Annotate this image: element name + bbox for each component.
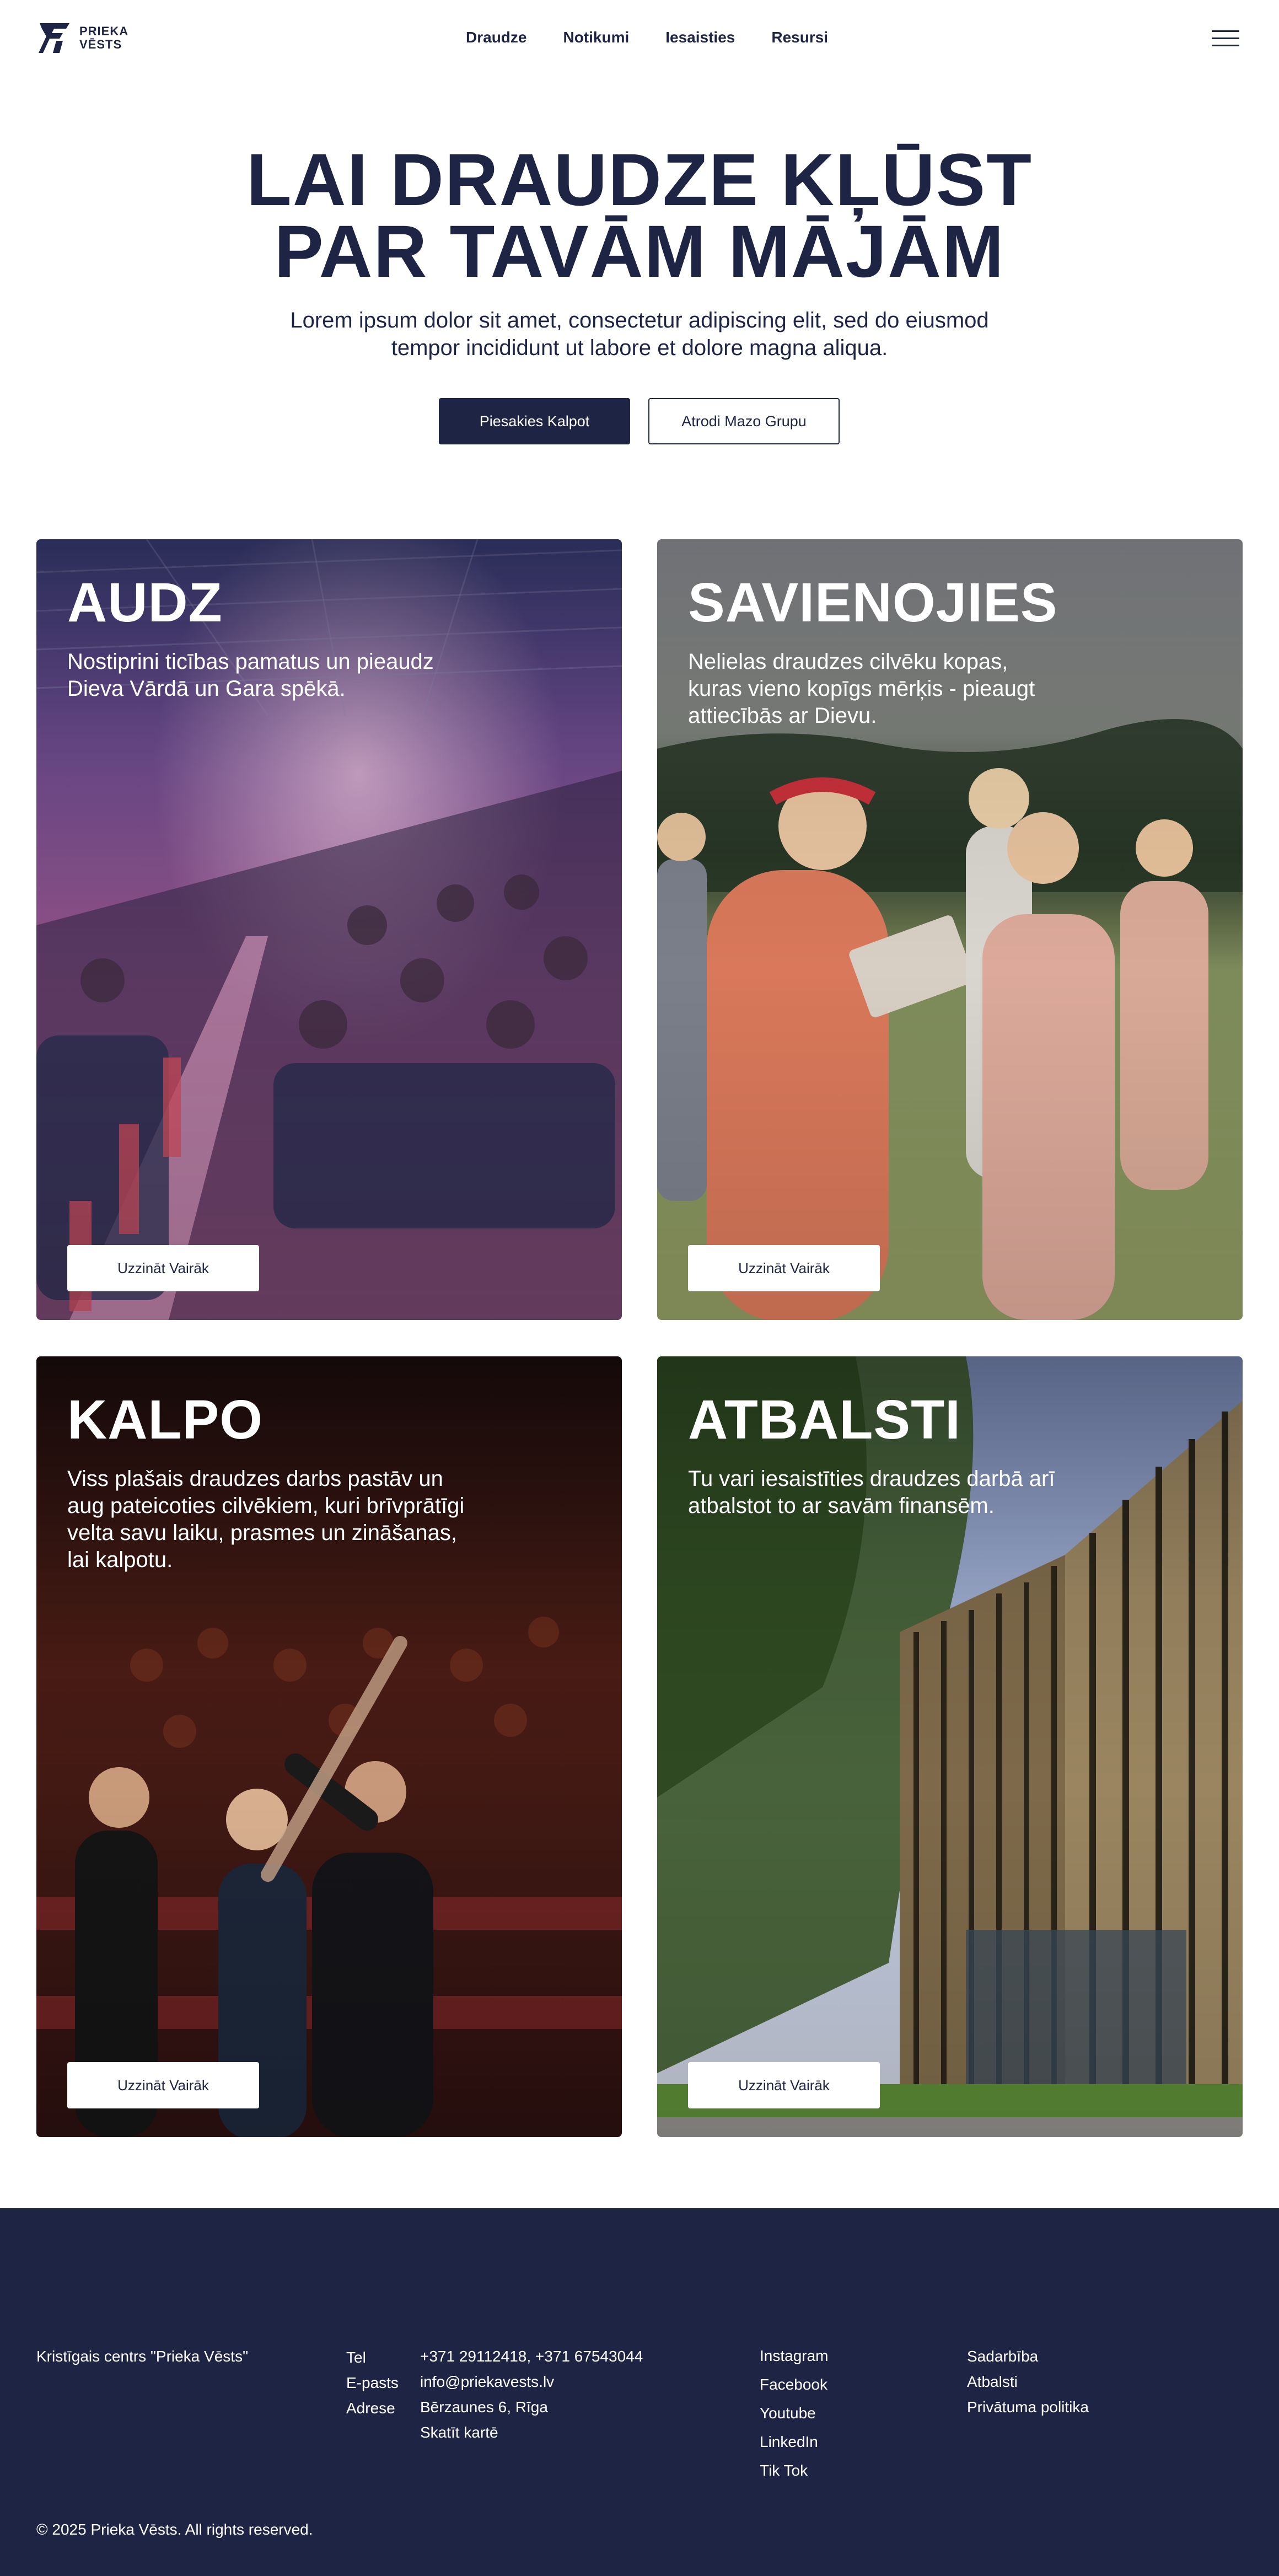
hamburger-menu-icon[interactable] xyxy=(1212,30,1239,50)
logo-line1: PRIEKA xyxy=(79,24,129,38)
card-connect: SAVIENOJIES Nelielas draudzes cilvēku ko… xyxy=(657,539,1243,1320)
main-nav: Draudze Notikumi Iesaisties Resursi xyxy=(466,29,864,46)
learn-more-button[interactable]: Uzzināt Vairāk xyxy=(688,1245,880,1291)
footer-org-name: Kristīgais centrs "Prieka Vēsts" xyxy=(36,2348,249,2365)
hero-subtitle: Lorem ipsum dolor sit amet, consectetur … xyxy=(254,307,1025,362)
hero-title: LAI DRAUDZE KĻŪST PAR TAVĀM MĀJĀM xyxy=(0,139,1279,293)
footer-link-privacy[interactable]: Privātuma politika xyxy=(967,2395,1089,2420)
volunteer-button[interactable]: Piesakies Kalpot xyxy=(439,398,630,444)
card-title: AUDZ xyxy=(67,572,223,634)
footer-copyright: © 2025 Prieka Vēsts. All rights reserved… xyxy=(36,2521,313,2538)
facebook-link[interactable]: Facebook xyxy=(760,2370,829,2399)
nav-item-notikumi[interactable]: Notikumi xyxy=(563,29,629,46)
learn-more-button[interactable]: Uzzināt Vairāk xyxy=(688,2062,880,2108)
find-small-group-button[interactable]: Atrodi Mazo Grupu xyxy=(648,398,840,444)
logo-text: PRIEKA VĒSTS xyxy=(79,25,128,51)
footer-label-email: E-pasts xyxy=(346,2374,399,2391)
card-title: SAVIENOJIES xyxy=(688,572,1058,634)
learn-more-button[interactable]: Uzzināt Vairāk xyxy=(67,2062,259,2108)
card-serve: KALPO Viss plašais draudzes darbs pastāv… xyxy=(36,1356,622,2137)
footer-map-link[interactable]: Skatīt kartē xyxy=(420,2420,643,2445)
hero-title-line1: LAI DRAUDZE KĻŪST xyxy=(246,139,1033,221)
logo-line2: VĒSTS xyxy=(79,37,122,51)
card-text: Nelielas draudzes cilvēku kopas, kuras v… xyxy=(688,650,1035,728)
instagram-link[interactable]: Instagram xyxy=(760,2342,829,2370)
card-text: Viss plašais draudzes darbs pastāv un au… xyxy=(67,1467,465,1572)
footer-contact-labels: Tel E-pasts Adrese xyxy=(346,2345,399,2421)
footer-contact-values: +371 29112418, +371 67543044 info@prieka… xyxy=(420,2344,643,2445)
footer-phone[interactable]: +371 29112418, +371 67543044 xyxy=(420,2344,643,2369)
tiktok-link[interactable]: Tik Tok xyxy=(760,2456,829,2485)
logo[interactable]: PRIEKA VĒSTS xyxy=(37,21,128,55)
hero-subtitle-line2: tempor incididunt ut labore et dolore ma… xyxy=(391,336,888,360)
nav-item-resursi[interactable]: Resursi xyxy=(771,29,828,46)
footer-label-tel: Tel xyxy=(346,2349,366,2366)
nav-item-draudze[interactable]: Draudze xyxy=(466,29,526,46)
card-text: Tu vari iesaistīties draudzes darbā arī … xyxy=(688,1467,1055,1518)
logo-mark-icon xyxy=(39,23,69,53)
footer-email[interactable]: info@priekavests.lv xyxy=(420,2369,643,2395)
hero-title-line2: PAR TAVĀM MĀJĀM xyxy=(274,211,1005,293)
site-header: PRIEKA VĒSTS Draudze Notikumi Iesaisties… xyxy=(0,0,1279,77)
learn-more-button[interactable]: Uzzināt Vairāk xyxy=(67,1245,259,1291)
footer-link-cooperation[interactable]: Sadarbība xyxy=(967,2344,1089,2369)
nav-item-iesaisties[interactable]: Iesaisties xyxy=(665,29,735,46)
card-title: KALPO xyxy=(67,1389,263,1451)
card-support: ATBALSTI Tu vari iesaistīties draudzes d… xyxy=(657,1356,1243,2137)
hero-subtitle-line1: Lorem ipsum dolor sit amet, consectetur … xyxy=(290,308,989,332)
footer-address: Bērzaunes 6, Rīga xyxy=(420,2398,548,2416)
youtube-link[interactable]: Youtube xyxy=(760,2399,829,2428)
site-footer: Kristīgais centrs "Prieka Vēsts" Tel E-p… xyxy=(0,2208,1279,2576)
footer-link-support[interactable]: Atbalsti xyxy=(967,2369,1089,2395)
footer-social-links: Instagram Facebook Youtube LinkedIn Tik … xyxy=(760,2342,829,2485)
card-title: ATBALSTI xyxy=(688,1389,961,1451)
card-grow: AUDZ Nostiprini ticības pamatus un pieau… xyxy=(36,539,622,1320)
footer-info-links: Sadarbība Atbalsti Privātuma politika xyxy=(967,2344,1089,2420)
linkedin-link[interactable]: LinkedIn xyxy=(760,2428,829,2456)
card-text: Nostiprini ticības pamatus un pieaudz Di… xyxy=(67,650,434,701)
footer-label-address: Adrese xyxy=(346,2400,395,2417)
